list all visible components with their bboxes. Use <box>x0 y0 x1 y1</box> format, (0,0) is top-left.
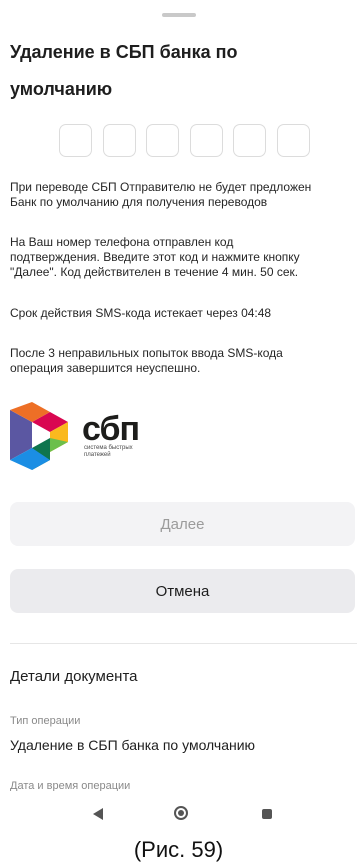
sbp-logo-sub-line: платежей <box>84 452 111 458</box>
next-button[interactable]: Далее <box>10 502 355 546</box>
operation-datetime-label: Дата и время операции <box>10 780 131 791</box>
info-line: "Далее". Код действителен в течение 4 ми… <box>10 265 299 279</box>
sms-expiry-text: Срок действия SMS-кода истекает через 04… <box>10 306 272 320</box>
cancel-button[interactable]: Отмена <box>10 569 355 613</box>
code-digit-6[interactable] <box>277 124 310 157</box>
sheet-drag-handle[interactable] <box>162 13 196 17</box>
document-details-title: Детали документа <box>10 668 138 685</box>
sheet-title: Удаление в СБП банка по умолчанию <box>10 34 340 108</box>
nav-recents-icon[interactable] <box>262 809 272 819</box>
info-line: Банк по умолчанию для получения переводо… <box>10 195 268 209</box>
system-nav-bar <box>0 800 357 830</box>
info-text-default-bank: При переводе СБП Отправителю не будет пр… <box>10 180 357 210</box>
sbp-logo-wordmark: сбп <box>82 410 140 448</box>
sbp-logo-icon <box>10 402 68 470</box>
divider <box>10 643 357 644</box>
code-digit-5[interactable] <box>233 124 266 157</box>
info-line: После 3 неправильных попыток ввода SMS-к… <box>10 346 283 360</box>
info-line: подтверждения. Введите этот код и нажмит… <box>10 250 300 264</box>
figure-caption: (Рис. 59) <box>133 837 224 862</box>
nav-home-icon[interactable] <box>174 806 188 820</box>
sbp-logo-sub-line: система быстрых <box>84 445 133 451</box>
sheet-title-line1: Удаление в СБП банка по <box>10 42 238 62</box>
sbp-logo-subtitle: система быстрых платежей <box>84 445 133 459</box>
info-line: операция завершится неуспешно. <box>10 361 201 375</box>
sbp-logo: сбп система быстрых платежей <box>10 402 150 472</box>
code-digit-1[interactable] <box>59 124 92 157</box>
sheet-title-line2: умолчанию <box>10 79 113 99</box>
nav-back-icon[interactable] <box>93 808 103 820</box>
info-text-code-sent: На Ваш номер телефона отправлен код подт… <box>10 235 357 280</box>
info-line: При переводе СБП Отправителю не будет пр… <box>10 180 312 194</box>
code-digit-2[interactable] <box>103 124 136 157</box>
code-digit-3[interactable] <box>146 124 179 157</box>
info-text-attempts: После 3 неправильных попыток ввода SMS-к… <box>10 346 357 376</box>
info-line: На Ваш номер телефона отправлен код <box>10 235 234 249</box>
code-digit-4[interactable] <box>190 124 223 157</box>
operation-type-label: Тип операции <box>10 715 81 727</box>
operation-type-value: Удаление в СБП банка по умолчанию <box>10 737 256 753</box>
